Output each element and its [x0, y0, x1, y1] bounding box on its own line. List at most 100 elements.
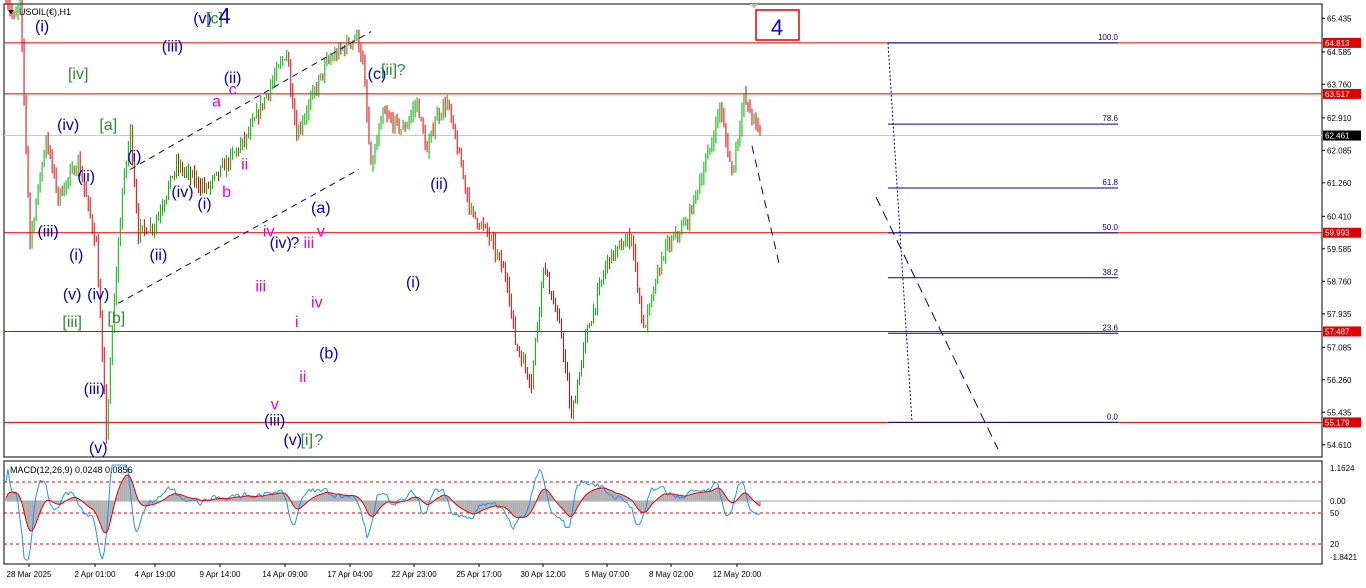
macd-signal-line	[515, 516, 518, 519]
time-tick-label: 17 Apr 04:00	[327, 570, 373, 579]
price-tick-label: 57.085	[1327, 343, 1352, 352]
macd-signal-line	[55, 503, 59, 505]
wave-label: (iii)	[264, 412, 285, 429]
macd-main-line	[659, 486, 662, 488]
price-tick-label: 55.435	[1327, 408, 1352, 417]
wave-label: (i)	[406, 275, 420, 292]
macd-signal-line	[276, 492, 279, 495]
macd-signal-line	[338, 493, 342, 496]
macd-main-line	[252, 496, 255, 499]
price-tick-label: 59.585	[1327, 245, 1352, 254]
price-tick-label: 58.760	[1327, 277, 1352, 286]
macd-signal-line	[493, 505, 496, 507]
wave-label: [iv]	[68, 66, 88, 83]
time-tick-label: 12 May 20:00	[713, 570, 762, 579]
macd-pane-frame	[3, 460, 1323, 565]
macd-signal-line	[154, 503, 157, 505]
wave-label: [a]	[99, 117, 117, 134]
macd-signal-line	[483, 508, 486, 511]
macd-signal-line	[677, 494, 680, 496]
wave-label: (iii)	[162, 38, 183, 55]
macd-main-line	[378, 493, 382, 495]
wave-label: (a)	[311, 200, 331, 217]
price-tick-label: 60.410	[1327, 212, 1352, 221]
wave-label: (iv)	[57, 117, 79, 134]
wave-label: 4	[218, 4, 230, 29]
fibo-level-label: 100.0	[1098, 33, 1119, 42]
wave-label: c	[229, 82, 237, 99]
wave-label: (ii)	[430, 176, 448, 193]
macd-signal-line	[471, 512, 474, 515]
wave-label: [iii]	[62, 314, 82, 331]
main-pane-frame	[3, 3, 1323, 458]
price-tick-label: 65.435	[1327, 14, 1352, 23]
macd-signal-line	[47, 499, 51, 502]
wave-label: ii	[241, 156, 248, 173]
wave-label: a	[212, 93, 221, 110]
macd-signal-line	[491, 505, 494, 508]
macd-signal-line	[673, 493, 676, 496]
macd-main-line	[384, 493, 388, 496]
fibo-level-label: 50.0	[1102, 223, 1118, 232]
macd-signal-line	[705, 490, 708, 493]
wave-degree-label: 4	[771, 15, 783, 40]
wave-label: (ii)	[150, 247, 168, 264]
macd-main-line	[266, 491, 269, 494]
macd-signal-line	[416, 496, 420, 499]
time-tick-label: 22 Apr 23:00	[391, 570, 437, 579]
wave-label: (iii)	[84, 381, 105, 398]
main-pane[interactable]	[3, 3, 1323, 458]
macd-signal-line	[186, 496, 189, 498]
macd-main-line	[757, 513, 761, 515]
fibo-level-label: 38.2	[1102, 268, 1118, 277]
macd-signal-line	[487, 507, 490, 509]
macd-signal-line	[278, 492, 281, 494]
macd-axis-label: 20	[1330, 540, 1339, 549]
level-price-label: 57.487	[1325, 327, 1350, 336]
macd-signal-line	[320, 493, 324, 495]
macd-axis-label: 50	[1330, 509, 1339, 518]
macd-signal-line	[687, 494, 690, 497]
macd-signal-line	[212, 498, 215, 501]
wave-label: v	[271, 397, 279, 414]
wave-label: [b]	[107, 310, 125, 327]
macd-axis-label: 1.1624	[1330, 464, 1355, 473]
fibo-level-label: 0.0	[1107, 412, 1119, 421]
macd-main-line	[55, 507, 59, 509]
time-tick-label: 30 Apr 12:00	[520, 570, 566, 579]
macd-signal-line	[196, 498, 199, 500]
macd-signal-line	[152, 503, 155, 506]
time-tick-label: 2 Apr 01:00	[75, 570, 116, 579]
price-chart[interactable]: 100.0 78.6 61.8 50.0 38.2 23.6 0.0 (i) [iv] (iv)…	[0, 0, 1366, 588]
macd-signal-line	[324, 491, 327, 494]
wave-label: (i)	[69, 247, 83, 264]
level-price-label: 64.813	[1325, 39, 1350, 48]
macd-signal-line	[410, 496, 414, 499]
macd-axis-label: -1.8421	[1330, 553, 1358, 562]
level-price-label: 63.517	[1325, 90, 1350, 99]
macd-signal-line	[709, 490, 713, 492]
price-tick-label: 62.085	[1327, 146, 1352, 155]
macd-signal-line	[262, 495, 265, 497]
wave-label: (iii)	[37, 223, 58, 240]
wave-label: v	[317, 223, 325, 240]
wave-label: ?	[314, 432, 323, 449]
price-tick-label: 63.760	[1327, 80, 1352, 89]
wave-label: (i)	[197, 196, 211, 213]
wave-label: ii	[299, 369, 306, 386]
price-tick-label: 64.585	[1327, 48, 1352, 57]
macd-main-line	[689, 489, 692, 492]
macd-signal-line	[45, 499, 49, 502]
macd-signal-line	[693, 492, 696, 495]
macd-signal-line	[242, 495, 245, 498]
macd-pane[interactable]	[3, 460, 1323, 565]
current-price-label: 62.461	[1325, 132, 1350, 141]
macd-main-line	[625, 501, 628, 504]
wave-label: iii	[303, 235, 314, 252]
macd-signal-line	[689, 493, 692, 496]
price-tick-label: 61.260	[1327, 179, 1352, 188]
level-price-label: 59.993	[1325, 229, 1350, 238]
wave-label: (i)	[127, 149, 141, 166]
wave-label: iv	[311, 294, 323, 311]
macd-main-line	[499, 506, 502, 509]
